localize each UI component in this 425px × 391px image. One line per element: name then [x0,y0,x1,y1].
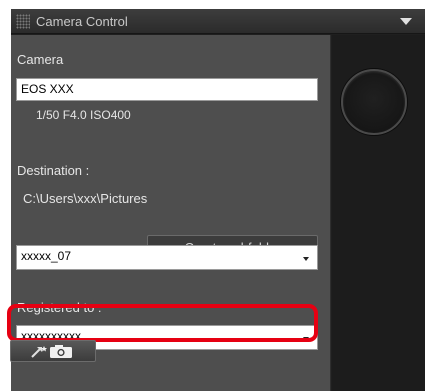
dial-area [332,35,425,391]
shooting-button[interactable] [341,69,407,135]
panel-titlebar[interactable]: Camera Control [11,9,425,34]
exposure-readout: 1/50 F4.0 ISO400 [36,108,131,122]
destination-path: C:\Users\xxx\Pictures [23,191,148,206]
camera-name-field: EOS XXX [16,78,318,101]
dropdown-arrow-icon[interactable] [303,257,309,261]
destination-label: Destination : [17,163,90,178]
panel-title: Camera Control [36,14,128,29]
grip-icon[interactable] [16,14,30,29]
register-camera-button[interactable] [10,340,96,362]
subfolder-select[interactable]: xxxxx_07 [16,245,318,270]
collapse-triangle-icon[interactable] [400,18,412,25]
subfolder-value: xxxxx_07 [21,249,72,263]
register-camera-icon [31,345,72,358]
camera-label: Camera [17,52,64,67]
highlight-frame [7,304,318,342]
